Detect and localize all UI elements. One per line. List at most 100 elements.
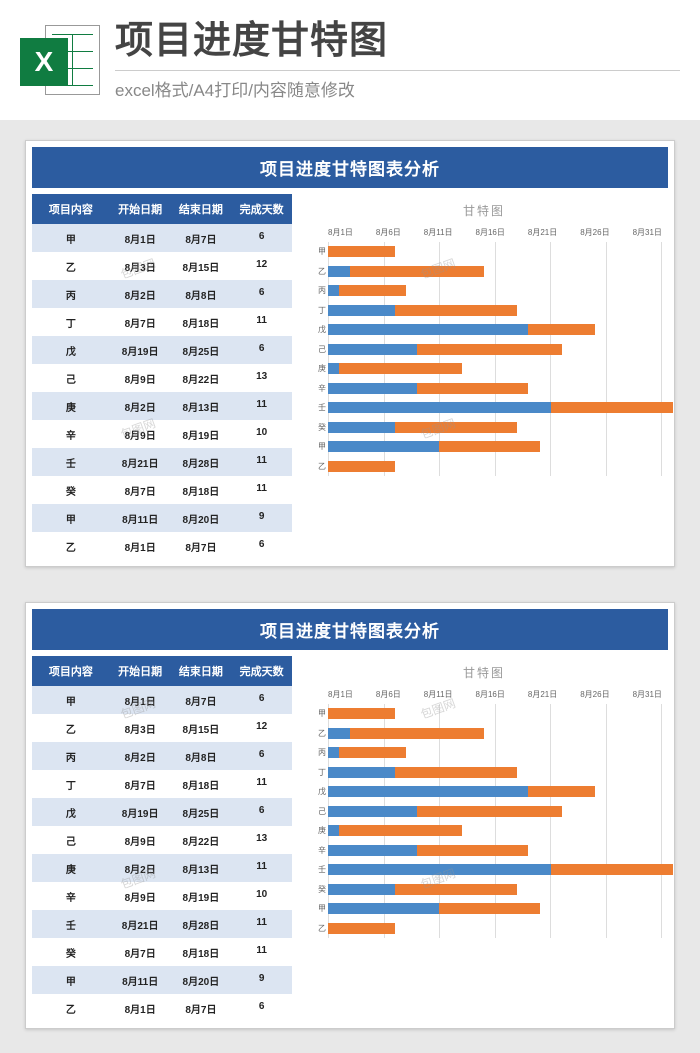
gantt-bar-track — [328, 786, 662, 797]
gantt-bar-row: 壬 — [328, 398, 662, 418]
gantt-bar-track — [328, 747, 662, 758]
axis-tick: 8月26日 — [580, 689, 609, 700]
gantt-bar-label: 乙 — [308, 266, 326, 277]
cell-end: 8月25日 — [171, 798, 232, 826]
gantt-bar-offset — [328, 305, 395, 316]
cell-end: 8月18日 — [171, 476, 232, 504]
cell-end: 8月7日 — [171, 686, 232, 714]
axis-tick: 8月31日 — [633, 227, 662, 238]
gantt-bar-duration — [350, 266, 484, 277]
gantt-bar-track — [328, 305, 662, 316]
gantt-bar-duration — [395, 305, 517, 316]
gantt-bar-duration — [328, 461, 395, 472]
cell-start: 8月1日 — [110, 532, 171, 560]
gantt-bar-row: 乙 — [328, 919, 662, 939]
cell-days: 10 — [231, 882, 292, 910]
gantt-bar-offset — [328, 728, 350, 739]
gantt-bar-duration — [339, 825, 461, 836]
gantt-bar-offset — [328, 767, 395, 778]
gantt-bar-duration — [395, 767, 517, 778]
table-row: 丁 8月7日 8月18日 11 — [32, 308, 292, 336]
gantt-bar-row: 甲 — [328, 899, 662, 919]
cell-days: 9 — [231, 966, 292, 994]
cell-end: 8月22日 — [171, 364, 232, 392]
sheet-preview-1: 项目进度甘特图表分析 项目内容开始日期结束日期完成天数 甲 8月1日 8月7日 … — [25, 140, 675, 567]
cell-days: 6 — [231, 280, 292, 308]
table-row: 己 8月9日 8月22日 13 — [32, 364, 292, 392]
gantt-bar-duration — [417, 344, 562, 355]
gantt-bar-track — [328, 363, 662, 374]
table-row: 己 8月9日 8月22日 13 — [32, 826, 292, 854]
cell-start: 8月9日 — [110, 420, 171, 448]
gantt-bar-track — [328, 246, 662, 257]
cell-name: 庚 — [32, 854, 110, 882]
gantt-bar-track — [328, 422, 662, 433]
gantt-bar-track — [328, 923, 662, 934]
cell-start: 8月19日 — [110, 336, 171, 364]
table-row: 乙 8月1日 8月7日 6 — [32, 532, 292, 560]
gantt-bar-track — [328, 266, 662, 277]
gantt-bar-offset — [328, 884, 395, 895]
gantt-bar-duration — [339, 285, 406, 296]
cell-end: 8月28日 — [171, 448, 232, 476]
table-row: 丙 8月2日 8月8日 6 — [32, 742, 292, 770]
cell-name: 癸 — [32, 476, 110, 504]
cell-start: 8月21日 — [110, 910, 171, 938]
table-row: 甲 8月11日 8月20日 9 — [32, 504, 292, 532]
gantt-bar-row: 辛 — [328, 379, 662, 399]
cell-end: 8月13日 — [171, 854, 232, 882]
gantt-bar-offset — [328, 786, 528, 797]
axis-tick: 8月1日 — [328, 689, 353, 700]
sheets-area: 项目进度甘特图表分析 项目内容开始日期结束日期完成天数 甲 8月1日 8月7日 … — [0, 120, 700, 1049]
gantt-bar-label: 戊 — [308, 786, 326, 797]
gantt-bar-offset — [328, 747, 339, 758]
gantt-bar-duration — [439, 903, 539, 914]
cell-name: 丙 — [32, 280, 110, 308]
cell-name: 丙 — [32, 742, 110, 770]
cell-end: 8月8日 — [171, 280, 232, 308]
gantt-bar-label: 庚 — [308, 825, 326, 836]
gantt-bar-duration — [350, 728, 484, 739]
cell-days: 6 — [231, 336, 292, 364]
table-row: 乙 8月3日 8月15日 12 — [32, 714, 292, 742]
gantt-bar-label: 乙 — [308, 728, 326, 739]
table-row: 庚 8月2日 8月13日 11 — [32, 854, 292, 882]
page-subtitle: excel格式/A4打印/内容随意修改 — [115, 70, 680, 101]
cell-end: 8月7日 — [171, 224, 232, 252]
gantt-bar-row: 癸 — [328, 880, 662, 900]
table-row: 癸 8月7日 8月18日 11 — [32, 938, 292, 966]
gantt-bar-row: 癸 — [328, 418, 662, 438]
gantt-bar-duration — [551, 402, 673, 413]
cell-days: 11 — [231, 448, 292, 476]
page-header: X 项目进度甘特图 excel格式/A4打印/内容随意修改 — [0, 0, 700, 120]
cell-start: 8月9日 — [110, 364, 171, 392]
cell-end: 8月7日 — [171, 994, 232, 1022]
gantt-bar-offset — [328, 285, 339, 296]
panel-body: 项目内容开始日期结束日期完成天数 甲 8月1日 8月7日 6 乙 8月3日 8月… — [32, 194, 668, 560]
cell-end: 8月20日 — [171, 966, 232, 994]
gantt-bar-row: 戊 — [328, 320, 662, 340]
gantt-bar-label: 甲 — [308, 246, 326, 257]
cell-days: 11 — [231, 392, 292, 420]
cell-days: 6 — [231, 686, 292, 714]
cell-days: 6 — [231, 532, 292, 560]
cell-name: 己 — [32, 364, 110, 392]
gantt-bar-row: 甲 — [328, 242, 662, 262]
gantt-bar-label: 甲 — [308, 441, 326, 452]
cell-name: 戊 — [32, 798, 110, 826]
gantt-bar-duration — [528, 324, 595, 335]
table-header-cell: 项目内容 — [32, 656, 110, 686]
table-row: 丁 8月7日 8月18日 11 — [32, 770, 292, 798]
gantt-bar-row: 丁 — [328, 763, 662, 783]
gantt-bar-label: 甲 — [308, 708, 326, 719]
gantt-bar-label: 癸 — [308, 422, 326, 433]
gantt-bar-label: 己 — [308, 344, 326, 355]
gantt-chart: 甘特图 8月1日8月6日8月11日8月16日8月21日8月26日8月31日 甲 … — [300, 656, 668, 1022]
cell-start: 8月2日 — [110, 280, 171, 308]
cell-name: 乙 — [32, 252, 110, 280]
cell-end: 8月19日 — [171, 420, 232, 448]
gantt-bar-label: 乙 — [308, 923, 326, 934]
gantt-bar-duration — [328, 246, 395, 257]
cell-name: 辛 — [32, 882, 110, 910]
gantt-bar-duration — [528, 786, 595, 797]
